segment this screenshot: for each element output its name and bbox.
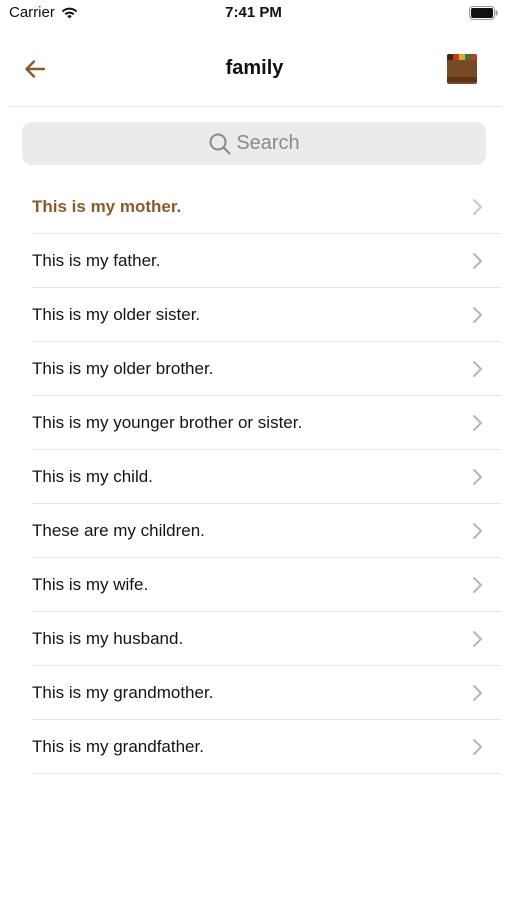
phrase-label: This is my grandmother.: [32, 682, 214, 702]
chevron-right-icon: [473, 198, 482, 215]
search-icon: [209, 133, 231, 155]
search-placeholder: Search: [236, 132, 300, 154]
list-item[interactable]: This is my wife.: [32, 558, 501, 612]
phrase-label: These are my children.: [32, 520, 205, 540]
phrase-label: This is my younger brother or sister.: [32, 412, 303, 432]
battery-icon: [469, 6, 498, 20]
chevron-right-icon: [473, 576, 482, 593]
list-item[interactable]: This is my grandfather.: [32, 720, 501, 774]
list-item[interactable]: This is my child.: [32, 450, 501, 504]
chevron-right-icon: [473, 360, 482, 377]
search-field[interactable]: Search: [22, 122, 486, 165]
phrase-label: This is my mother.: [32, 196, 182, 216]
list-item[interactable]: This is my younger brother or sister.: [32, 396, 501, 450]
chevron-right-icon: [473, 414, 482, 431]
chevron-right-icon: [473, 468, 482, 485]
chevron-right-icon: [473, 630, 482, 647]
list-item[interactable]: This is my father.: [32, 234, 501, 288]
list-item[interactable]: This is my husband.: [32, 612, 501, 666]
chevron-right-icon: [473, 306, 482, 323]
list-item[interactable]: This is my grandmother.: [32, 666, 501, 720]
list-item[interactable]: This is my older brother.: [32, 342, 501, 396]
phrase-label: This is my husband.: [32, 628, 184, 648]
list-item[interactable]: This is my mother.: [32, 180, 501, 234]
phrase-label: This is my wife.: [32, 574, 149, 594]
phrase-label: This is my father.: [32, 250, 161, 270]
thumbnail-stripe: [447, 54, 477, 60]
phrase-label: This is my grandfather.: [32, 736, 204, 756]
list-item[interactable]: This is my older sister.: [32, 288, 501, 342]
phrase-label: This is my child.: [32, 466, 153, 486]
chevron-right-icon: [473, 738, 482, 755]
navigation-bar: family: [8, 40, 501, 107]
chevron-right-icon: [473, 684, 482, 701]
list-item[interactable]: These are my children.: [32, 504, 501, 558]
page-title: family: [225, 57, 284, 79]
chevron-right-icon: [473, 252, 482, 269]
book-cover-thumbnail[interactable]: [447, 54, 477, 84]
phrase-label: This is my older sister.: [32, 304, 201, 324]
status-bar: Carrier 7:41 PM: [0, 0, 507, 28]
status-time: 7:41 PM: [225, 4, 282, 21]
phrase-list: This is my mother. This is my father. This…: [32, 180, 501, 774]
phrase-label: This is my older brother.: [32, 358, 214, 378]
chevron-right-icon: [473, 522, 482, 539]
thumbnail-band: [447, 77, 477, 82]
